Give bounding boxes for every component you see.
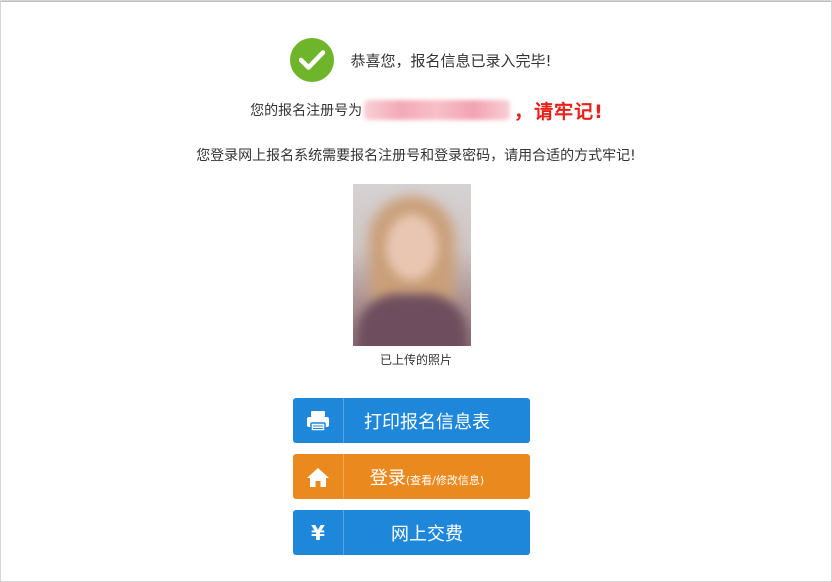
page-frame: 恭喜您，报名信息已录入完毕! 您的报名注册号为 ，请牢记! 您登录网上报名系统需… <box>0 0 832 582</box>
uploaded-photo <box>353 184 471 346</box>
remember-notice: ，请牢记! <box>514 100 604 123</box>
success-message: 恭喜您，报名信息已录入完毕! <box>350 51 552 70</box>
print-button-label: 打印报名信息表 <box>364 411 490 433</box>
login-button-label: 登录(查看/修改信息) <box>344 464 530 490</box>
online-payment-button[interactable]: ¥ 网上交费 <box>293 510 530 555</box>
payment-button-label: 网上交费 <box>391 523 463 545</box>
top-divider <box>1 1 831 2</box>
registration-number-redacted <box>364 100 511 120</box>
photo-face-shape <box>386 214 438 280</box>
print-registration-button[interactable]: 打印报名信息表 <box>293 398 530 443</box>
yen-icon: ¥ <box>293 510 344 555</box>
check-icon <box>290 38 335 82</box>
registration-row: 您的报名注册号为 ，请牢记! <box>1 95 831 125</box>
photo-body-shape <box>357 294 467 346</box>
registration-label: 您的报名注册号为 <box>250 103 363 119</box>
login-sub-label: (查看/修改信息) <box>405 473 485 487</box>
login-button[interactable]: 登录(查看/修改信息) <box>293 454 530 499</box>
home-icon <box>293 454 344 499</box>
photo-caption: 已上传的照片 <box>379 353 452 367</box>
login-hint: 您登录网上报名系统需要报名注册号和登录密码，请用合适的方式牢记! <box>196 148 636 164</box>
printer-icon <box>293 398 344 443</box>
success-banner: 恭喜您，报名信息已录入完毕! <box>1 37 831 83</box>
yen-glyph: ¥ <box>311 520 325 545</box>
login-main-label: 登录 <box>369 467 406 489</box>
